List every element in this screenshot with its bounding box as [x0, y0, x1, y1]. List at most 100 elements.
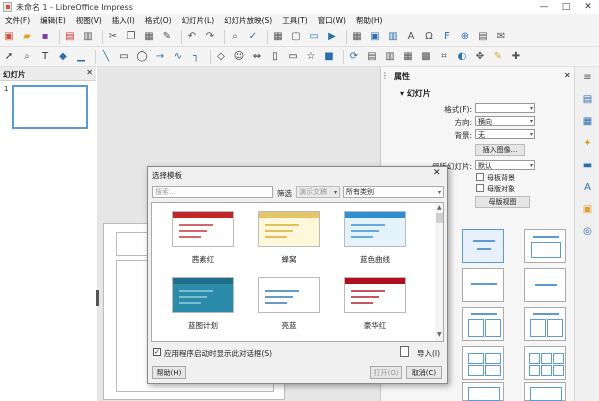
- filter-select[interactable]: 演示文稿 ▾: [296, 186, 340, 198]
- scrollbar-thumb[interactable]: [436, 213, 443, 223]
- line-icon[interactable]: ╲: [99, 50, 113, 64]
- connector-icon[interactable]: ┐: [189, 50, 203, 64]
- menu-view[interactable]: 视图(V): [71, 14, 107, 27]
- menu-insert[interactable]: 插入(I): [107, 14, 140, 27]
- menu-edit[interactable]: 编辑(E): [35, 14, 71, 27]
- master-slide-select[interactable]: 默认 ▾: [475, 160, 535, 170]
- rotate-icon[interactable]: ⟳: [347, 50, 361, 64]
- comment-icon[interactable]: ✉: [494, 30, 508, 44]
- navigator-tab-icon[interactable]: ◎: [581, 225, 594, 238]
- layout-title-only[interactable]: [462, 268, 504, 302]
- line-color-icon[interactable]: ▁: [74, 50, 88, 64]
- template-thumbnail[interactable]: [172, 211, 234, 247]
- layout-title-content[interactable]: [524, 229, 566, 263]
- insert-textbox-icon[interactable]: A: [404, 30, 418, 44]
- master-view-button[interactable]: 母版视图: [475, 196, 530, 208]
- animation-tab-icon[interactable]: ✦: [581, 137, 594, 150]
- block-arrows-icon[interactable]: ⇔: [250, 50, 264, 64]
- layout-two-content-2[interactable]: [524, 307, 566, 341]
- stars-icon[interactable]: ☆: [304, 50, 318, 64]
- clone-formatting-icon[interactable]: ✎: [160, 30, 174, 44]
- sidebar-settings-icon[interactable]: ≡: [581, 71, 594, 84]
- insert-image-icon[interactable]: ▣: [368, 30, 382, 44]
- template-thumbnail[interactable]: [172, 277, 234, 313]
- master-slide-icon[interactable]: ▭: [307, 30, 321, 44]
- master-slides-tab-icon[interactable]: ▬: [581, 159, 594, 172]
- insert-chart-icon[interactable]: ▥: [386, 30, 400, 44]
- callouts-icon[interactable]: ▭: [286, 50, 300, 64]
- category-select[interactable]: 所有类别 ▾: [343, 186, 444, 198]
- pane-splitter-handle[interactable]: [96, 290, 99, 306]
- display-views-icon[interactable]: ▢: [289, 30, 303, 44]
- rectangle-icon[interactable]: ▭: [117, 50, 131, 64]
- insert-table-icon[interactable]: ▦: [350, 30, 364, 44]
- template-search-input[interactable]: 搜索...: [152, 186, 273, 198]
- properties-tab-icon[interactable]: ▤: [581, 93, 594, 106]
- layout-two-content[interactable]: [462, 307, 504, 341]
- save-icon[interactable]: ▪: [38, 30, 52, 44]
- menu-file[interactable]: 文件(F): [0, 14, 35, 27]
- distribute-icon[interactable]: ▦: [401, 50, 415, 64]
- flowchart-icon[interactable]: ▯: [268, 50, 282, 64]
- insert-image-button[interactable]: 插入图像...: [475, 144, 525, 156]
- orientation-select[interactable]: 横向 ▾: [475, 116, 535, 126]
- layout-six-content[interactable]: [524, 346, 566, 380]
- slide-thumbnail[interactable]: [12, 85, 88, 129]
- template-scrollbar[interactable]: ▲ ▼: [435, 203, 443, 341]
- paste-icon[interactable]: ▦: [142, 30, 156, 44]
- zoom-icon[interactable]: ⌕: [20, 50, 34, 64]
- import-button[interactable]: 导入(I): [417, 348, 440, 359]
- template-thumbnail[interactable]: [258, 277, 320, 313]
- 3d-objects-icon[interactable]: ■: [322, 50, 336, 64]
- insert-media-icon[interactable]: ▤: [476, 30, 490, 44]
- layout-four-content[interactable]: [462, 346, 504, 380]
- maximize-button[interactable]: □: [555, 0, 577, 14]
- menu-slide[interactable]: 幻灯片(L): [177, 14, 220, 27]
- curve-icon[interactable]: ∿: [171, 50, 185, 64]
- arrow-line-icon[interactable]: →: [153, 50, 167, 64]
- cut-icon[interactable]: ✂: [106, 30, 120, 44]
- print-icon[interactable]: ▥: [81, 30, 95, 44]
- select-arrow-icon[interactable]: ➚: [2, 50, 16, 64]
- export-pdf-icon[interactable]: ▤: [63, 30, 77, 44]
- start-slideshow-icon[interactable]: ▶: [325, 30, 339, 44]
- template-thumbnail[interactable]: [344, 211, 406, 247]
- styles-tab-icon[interactable]: A: [581, 181, 594, 194]
- slide-section-title[interactable]: ▾ 幻灯片: [400, 88, 431, 99]
- template-thumbnail[interactable]: [258, 211, 320, 247]
- close-icon[interactable]: ✕: [564, 71, 571, 80]
- menu-slideshow[interactable]: 幻灯片放映(S): [219, 14, 277, 27]
- filter-icon[interactable]: ◐: [455, 50, 469, 64]
- scroll-down-icon[interactable]: ▼: [437, 331, 442, 338]
- layout-vertical-2[interactable]: [524, 382, 566, 401]
- glue-points-icon[interactable]: ✚: [509, 50, 523, 64]
- master-background-checkbox[interactable]: [476, 173, 484, 181]
- fontwork-icon[interactable]: F: [440, 30, 454, 44]
- sidebar-menu-icon[interactable]: ⋮: [381, 71, 389, 80]
- menu-tools[interactable]: 工具(T): [277, 14, 312, 27]
- layout-centered-text[interactable]: [524, 268, 566, 302]
- menu-window[interactable]: 窗口(W): [313, 14, 351, 27]
- import-icon[interactable]: [400, 346, 409, 357]
- close-icon[interactable]: ✕: [433, 168, 441, 178]
- grid-icon[interactable]: ▦: [271, 30, 285, 44]
- text-icon[interactable]: T: [38, 50, 52, 64]
- basic-shapes-icon[interactable]: ◇: [214, 50, 228, 64]
- format-select[interactable]: ▾: [475, 103, 535, 113]
- spellcheck-icon[interactable]: ✓: [246, 30, 260, 44]
- open-button[interactable]: 打开(O): [370, 366, 402, 379]
- master-objects-checkbox[interactable]: [476, 184, 484, 192]
- scroll-up-icon[interactable]: ▲: [437, 204, 442, 211]
- close-window-button[interactable]: ✕: [577, 0, 599, 14]
- layout-vertical[interactable]: [462, 382, 504, 401]
- hyperlink-icon[interactable]: ⊕: [458, 30, 472, 44]
- gallery-tab-icon[interactable]: ▣: [581, 203, 594, 216]
- show-on-startup-checkbox[interactable]: ✓: [153, 348, 161, 356]
- ellipse-icon[interactable]: ◯: [135, 50, 149, 64]
- background-select[interactable]: 无 ▾: [475, 129, 535, 139]
- slide-transition-tab-icon[interactable]: ▦: [581, 115, 594, 128]
- fill-color-icon[interactable]: ◆: [56, 50, 70, 64]
- new-document-icon[interactable]: ▣: [2, 30, 16, 44]
- menu-help[interactable]: 帮助(H): [351, 14, 388, 27]
- redo-icon[interactable]: ↷: [203, 30, 217, 44]
